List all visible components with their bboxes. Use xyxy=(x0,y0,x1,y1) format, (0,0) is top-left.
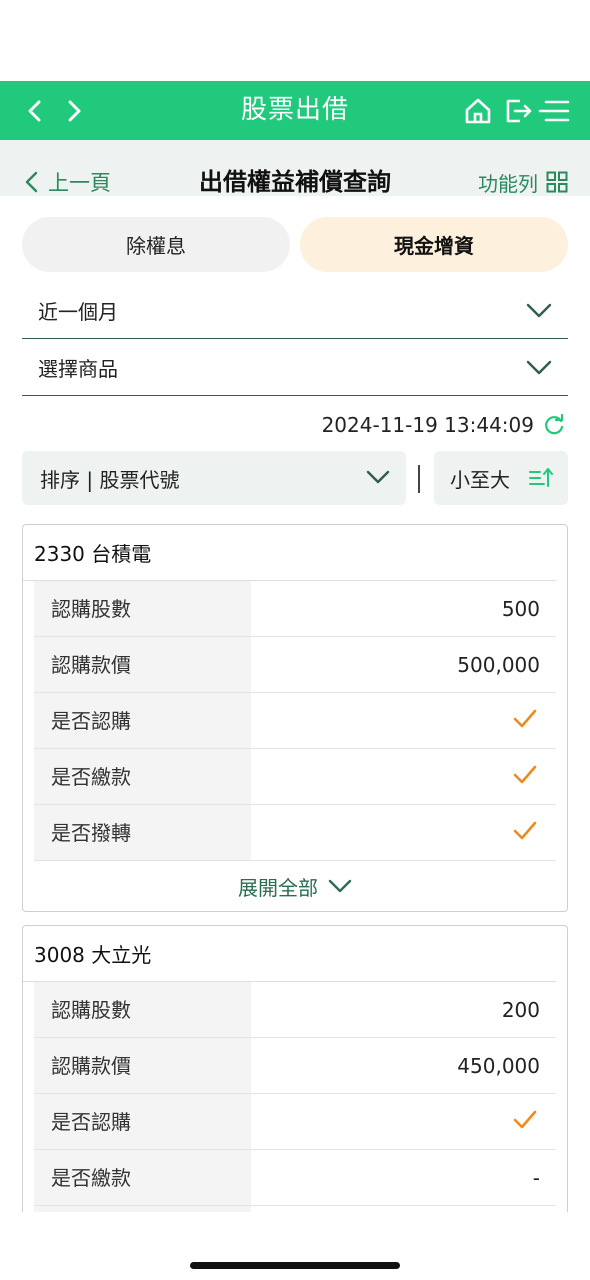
sort-row: 排序 | 股票代號 小至大 xyxy=(22,451,568,505)
expand-all-button[interactable]: 展開全部 xyxy=(23,861,567,911)
home-icon[interactable] xyxy=(462,95,494,127)
sort-order-button[interactable]: 小至大 xyxy=(434,451,568,505)
grid-icon xyxy=(546,171,568,193)
checkmark-icon xyxy=(513,709,537,728)
type-tabs: 除權息 現金增資 xyxy=(22,217,568,272)
menu-icon[interactable] xyxy=(538,95,570,127)
sort-field-label: 排序 | 股票代號 xyxy=(40,467,180,492)
row-label: 認購股數 xyxy=(34,982,251,1037)
status-bar xyxy=(0,0,590,81)
product-value: 選擇商品 xyxy=(38,357,118,381)
checkmark-icon xyxy=(513,765,537,784)
refresh-icon[interactable] xyxy=(542,413,566,437)
table-row: 認購款價 500,000 xyxy=(34,637,556,693)
row-label: 是否繳款 xyxy=(34,749,251,804)
chevron-down-icon xyxy=(526,360,552,375)
table-row: 認購股數 500 xyxy=(34,581,556,637)
row-label: 認購款價 xyxy=(34,637,251,692)
sort-order-label: 小至大 xyxy=(450,467,510,492)
card-title: 2330 台積電 xyxy=(23,525,556,581)
sort-field-dropdown[interactable]: 排序 | 股票代號 xyxy=(22,451,406,505)
row-value: 500 xyxy=(501,597,540,621)
card-title: 3008 大立光 xyxy=(23,926,556,982)
sort-ascending-icon xyxy=(529,468,553,487)
period-value: 近一個月 xyxy=(38,300,118,324)
table-row: 是否繳款 - xyxy=(34,1150,556,1206)
function-menu-button[interactable]: 功能列 xyxy=(478,166,568,198)
sub-header: 上一頁 出借權益補償查詢 功能列 xyxy=(0,140,590,196)
table-row: 是否繳款 xyxy=(34,749,556,805)
function-menu-label: 功能列 xyxy=(478,171,538,196)
top-nav-bar: 股票出借 xyxy=(0,81,590,140)
row-label: 是否認購 xyxy=(34,1094,251,1149)
table-row: 是否認購 xyxy=(34,1094,556,1150)
table-row: 是否撥轉 xyxy=(34,805,556,861)
chevron-down-icon xyxy=(526,303,552,318)
divider xyxy=(418,465,420,493)
bottom-safe-area xyxy=(0,1212,590,1280)
stock-card-2330: 2330 台積電 認購股數 500 認購款價 500,000 是否認購 是否繳款… xyxy=(22,524,568,912)
row-label: 是否撥轉 xyxy=(34,805,251,860)
stock-card-3008: 3008 大立光 認購股數 200 認購款價 450,000 是否認購 是否繳款… xyxy=(22,925,568,1262)
row-value: 200 xyxy=(501,998,540,1022)
last-updated: 2024-11-19 13:44:09 xyxy=(322,410,566,440)
chevron-down-icon xyxy=(328,879,352,893)
table-row: 認購股數 200 xyxy=(34,982,556,1038)
tab-cash-capital-increase[interactable]: 現金增資 xyxy=(300,217,568,272)
table-row: 認購款價 450,000 xyxy=(34,1038,556,1094)
tab-ex-rights-dividend[interactable]: 除權息 xyxy=(22,217,290,272)
row-label: 是否繳款 xyxy=(34,1150,251,1205)
row-value: 450,000 xyxy=(457,1054,540,1078)
period-dropdown[interactable]: 近一個月 xyxy=(22,283,568,339)
logout-icon[interactable] xyxy=(502,95,534,127)
row-value: 500,000 xyxy=(457,653,540,677)
checkmark-icon xyxy=(513,1110,537,1129)
table-row: 是否認購 xyxy=(34,693,556,749)
row-label: 是否認購 xyxy=(34,693,251,748)
row-value: - xyxy=(532,1166,540,1190)
row-label: 認購款價 xyxy=(34,1038,251,1093)
chevron-down-icon xyxy=(366,470,390,484)
timestamp-text: 2024-11-19 13:44:09 xyxy=(321,413,534,437)
checkmark-icon xyxy=(513,821,537,840)
row-label: 認購股數 xyxy=(34,581,251,636)
product-dropdown[interactable]: 選擇商品 xyxy=(22,340,568,396)
home-indicator xyxy=(190,1262,400,1269)
expand-all-label: 展開全部 xyxy=(238,875,318,900)
